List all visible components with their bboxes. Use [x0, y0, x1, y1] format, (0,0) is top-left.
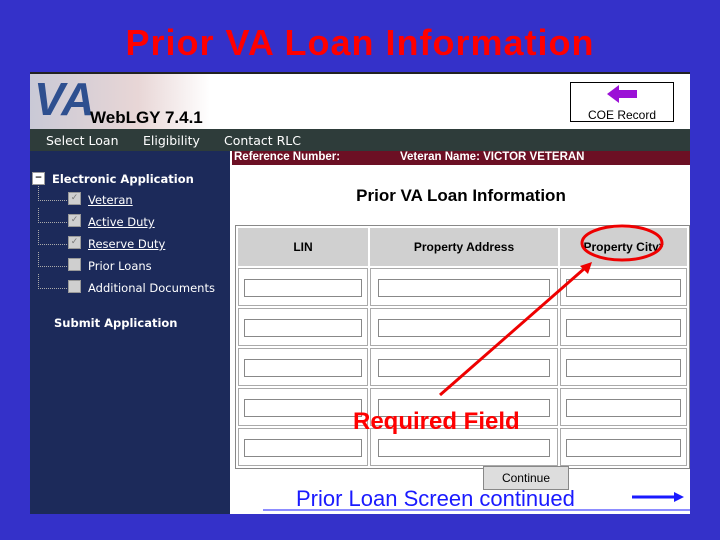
- highlight-ellipse: [580, 224, 664, 262]
- slide-caption: Prior Loan Screen continued: [296, 486, 575, 511]
- pointer-arrow: [439, 266, 586, 397]
- required-field-annotation: Required Field: [353, 408, 520, 435]
- annotation-overlay: [263, 224, 690, 511]
